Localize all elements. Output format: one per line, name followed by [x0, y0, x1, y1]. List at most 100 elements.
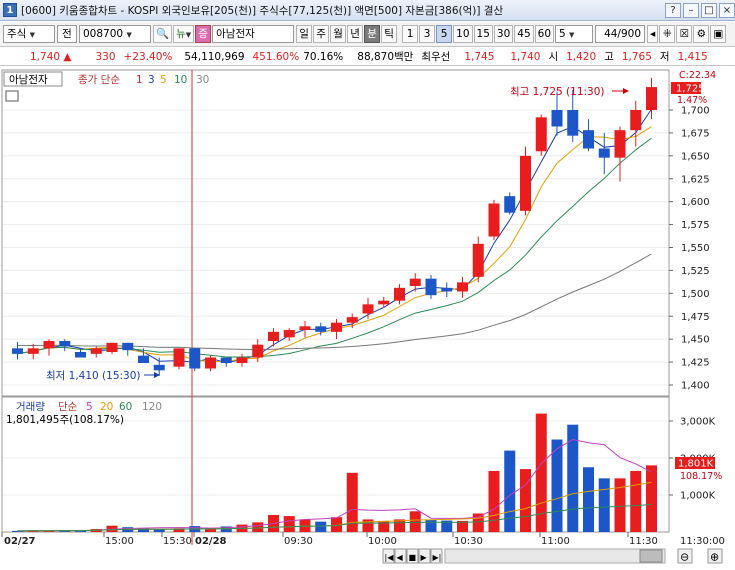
period-button-0[interactable]: 일	[296, 25, 313, 43]
horizontal-scrollbar[interactable]	[444, 548, 666, 564]
scroll-left-icon[interactable]: ◂	[647, 25, 659, 43]
candle-body[interactable]	[567, 110, 579, 136]
candle-body[interactable]	[315, 326, 327, 332]
scrollbar-thumb[interactable]	[639, 549, 663, 563]
candle-body[interactable]	[441, 287, 453, 292]
volume-bar[interactable]	[504, 450, 516, 532]
volume-bar[interactable]	[472, 513, 484, 533]
candle-body[interactable]	[59, 341, 71, 347]
candle-body[interactable]	[106, 342, 118, 352]
new-stock-button[interactable]: 뉴▼	[173, 25, 195, 43]
candle-body[interactable]	[189, 348, 201, 369]
market-mode-button[interactable]: 전	[57, 25, 77, 43]
volume-bar[interactable]	[283, 516, 295, 532]
candle-body[interactable]	[425, 278, 437, 296]
candle-body[interactable]	[252, 344, 264, 358]
time-tick-label: 11:30	[629, 536, 658, 547]
stock-chart[interactable]: 1,700 1,675 1,650 1,625 1,600 1,575 1,550 1,525…	[0, 67, 735, 570]
interval-button-30[interactable]: 30	[493, 25, 514, 43]
period-button-4[interactable]: 분	[364, 25, 381, 43]
chart-tool-icon[interactable]: ☒	[676, 25, 693, 43]
period-button-5[interactable]: 틱	[381, 25, 398, 43]
candle-body[interactable]	[488, 203, 500, 237]
interval-button-1[interactable]: 1	[402, 25, 419, 43]
help-button[interactable]: ?	[665, 2, 681, 18]
volume-bar[interactable]	[646, 465, 657, 532]
volume-bar[interactable]	[409, 511, 421, 532]
candle-body[interactable]	[236, 357, 248, 364]
candle-body[interactable]	[122, 342, 134, 351]
interval-button-45[interactable]: 45	[514, 25, 534, 43]
time-tick-label: 02/27	[4, 536, 36, 547]
maximize-button[interactable]: □	[701, 2, 717, 18]
volume-bar[interactable]	[252, 522, 264, 532]
candle-body[interactable]	[173, 348, 185, 367]
candle-body[interactable]	[457, 282, 468, 292]
grid-toggle-icon[interactable]	[5, 90, 19, 102]
volume-bar[interactable]	[630, 470, 642, 532]
candle-body[interactable]	[205, 357, 216, 369]
candle-body[interactable]	[331, 322, 342, 332]
volume-bar[interactable]	[520, 469, 531, 532]
period-button-1[interactable]: 주	[313, 25, 330, 43]
candle-body[interactable]	[520, 155, 531, 211]
zoom-control-glyph: ⊖	[680, 551, 689, 564]
candle-body[interactable]	[299, 326, 311, 330]
interval-select[interactable]: 5 ▼	[555, 25, 594, 43]
candle-body[interactable]	[394, 287, 405, 301]
candle-body[interactable]	[535, 117, 547, 152]
interval-select-value: 5	[559, 28, 566, 40]
volume-bar[interactable]	[488, 470, 500, 532]
volume-bar[interactable]	[315, 521, 327, 532]
settings-icon[interactable]: ⚙	[693, 25, 710, 43]
candle-body[interactable]	[90, 348, 102, 354]
minimize-button[interactable]: –	[683, 2, 699, 18]
candle-body[interactable]	[504, 196, 516, 213]
interval-button-5[interactable]: 5	[436, 25, 453, 43]
data-count-field[interactable]: 44/900	[595, 25, 646, 43]
candle-body[interactable]	[598, 148, 610, 158]
candle-body[interactable]	[630, 110, 642, 131]
interval-button-15[interactable]: 15	[473, 25, 493, 43]
candle-body[interactable]	[551, 110, 563, 127]
volume-bar[interactable]	[583, 467, 594, 532]
candle-body[interactable]	[583, 130, 594, 149]
crosshair-icon[interactable]: ⁜	[659, 25, 676, 43]
candle-body[interactable]	[27, 348, 39, 354]
volume-bar[interactable]	[425, 519, 437, 532]
candle-body[interactable]	[614, 130, 626, 158]
candle-body[interactable]	[283, 330, 295, 338]
volume-bar[interactable]	[551, 439, 563, 533]
candle-body[interactable]	[268, 331, 279, 341]
interval-button-3[interactable]: 3	[419, 25, 436, 43]
interval-button-10[interactable]: 10	[453, 25, 473, 43]
quote-bar: 1,740 ▲ 330 +23.40% 54,110,969 451.60% 7…	[0, 48, 735, 66]
volume-bar[interactable]	[205, 529, 216, 532]
stock-code-input[interactable]: 008700 ▼	[79, 25, 151, 43]
candle-body[interactable]	[220, 357, 232, 364]
search-icon[interactable]: 🔍	[153, 25, 173, 43]
candle-body[interactable]	[75, 352, 86, 358]
high-label: 고	[604, 51, 614, 63]
candle-body[interactable]	[138, 355, 149, 363]
candle-body[interactable]	[472, 243, 484, 277]
candle-body[interactable]	[12, 348, 23, 354]
period-button-2[interactable]: 월	[330, 25, 347, 43]
candle-body[interactable]	[346, 317, 358, 323]
interval-button-60[interactable]: 60	[534, 25, 555, 43]
volume-bar[interactable]	[299, 519, 311, 532]
price-tick-label: 1,625	[681, 174, 710, 185]
candle-body[interactable]	[646, 87, 657, 110]
volume-bar[interactable]	[598, 478, 610, 532]
candle-body[interactable]	[362, 304, 374, 314]
save-icon[interactable]: ▣	[710, 25, 727, 43]
volume-legend-5: 5	[86, 401, 93, 413]
market-select[interactable]: 주식 ▼	[3, 25, 55, 43]
candle-body[interactable]	[43, 341, 55, 349]
stock-name-field[interactable]: 아남전자	[212, 25, 295, 43]
candle-body[interactable]	[153, 364, 165, 371]
candle-body[interactable]	[378, 300, 390, 305]
close-button[interactable]: ×	[719, 2, 735, 18]
candle-body[interactable]	[409, 278, 421, 286]
period-button-3[interactable]: 년	[347, 25, 364, 43]
